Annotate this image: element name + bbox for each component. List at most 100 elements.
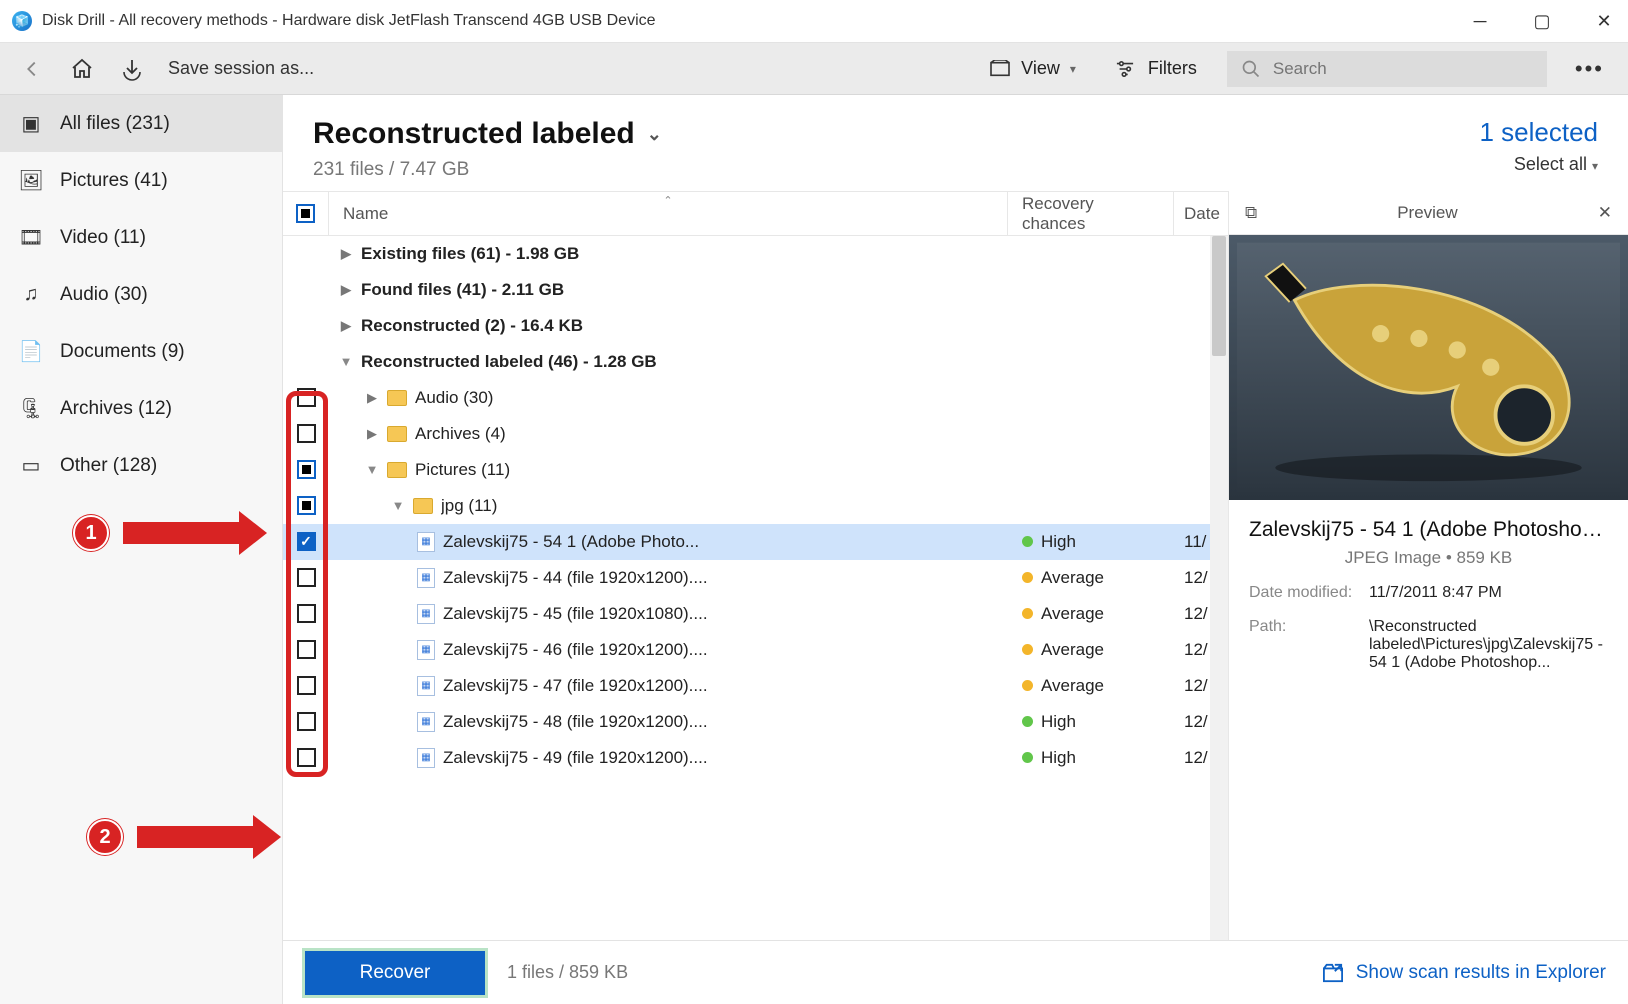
sidebar-item-label: All files (231) bbox=[60, 113, 170, 135]
chance-label: High bbox=[1041, 748, 1076, 768]
scrollbar-thumb[interactable] bbox=[1212, 236, 1226, 356]
vertical-scrollbar[interactable] bbox=[1210, 236, 1228, 940]
preview-path-label: Path: bbox=[1249, 618, 1369, 672]
column-name[interactable]: ⌃ Name bbox=[329, 192, 1008, 235]
show-in-explorer-link[interactable]: Show scan results in Explorer bbox=[1322, 962, 1606, 984]
chance-label: Average bbox=[1041, 568, 1104, 588]
page-title-text: Reconstructed labeled bbox=[313, 117, 635, 151]
folder-icon bbox=[413, 498, 433, 514]
file-icon: ▦ bbox=[417, 604, 435, 624]
sidebar-item-archives[interactable]: 🗜 Archives (12) bbox=[0, 380, 282, 437]
chevron-down-icon: ▾ bbox=[1070, 62, 1076, 76]
chevron-down-icon: ⌄ bbox=[647, 124, 662, 145]
chevron-down-icon: ▾ bbox=[1592, 159, 1598, 173]
preview-filename: Zalevskij75 - 54 1 (Adobe Photoshop... bbox=[1249, 518, 1608, 542]
column-date[interactable]: Date bbox=[1174, 192, 1228, 235]
preview-path-value: \Reconstructed labeled\Pictures\jpg\Zale… bbox=[1369, 618, 1608, 672]
group-row[interactable]: ▶Reconstructed (2) - 16.4 KB bbox=[283, 308, 1228, 344]
save-session-button[interactable]: Save session as... bbox=[168, 58, 314, 79]
content: Reconstructed labeled ⌄ 231 files / 7.47… bbox=[283, 95, 1628, 1004]
filters-button[interactable]: Filters bbox=[1106, 58, 1205, 79]
page-title[interactable]: Reconstructed labeled ⌄ bbox=[313, 117, 662, 151]
file-name: Zalevskij75 - 44 (file 1920x1200).... bbox=[443, 568, 708, 588]
file-row[interactable]: ▦Zalevskij75 - 48 (file 1920x1200)....Hi… bbox=[283, 704, 1228, 740]
chance-dot bbox=[1022, 716, 1033, 727]
file-row[interactable]: ▦Zalevskij75 - 46 (file 1920x1200)....Av… bbox=[283, 632, 1228, 668]
chance-label: High bbox=[1041, 532, 1076, 552]
video-icon: 🎞 bbox=[20, 227, 42, 249]
audio-icon: ♫ bbox=[20, 284, 42, 306]
file-icon: ▦ bbox=[417, 532, 435, 552]
file-name: Zalevskij75 - 54 1 (Adobe Photo... bbox=[443, 532, 699, 552]
preview-date-label: Date modified: bbox=[1249, 584, 1369, 602]
titlebar: 🧊 Disk Drill - All recovery methods - Ha… bbox=[0, 0, 1628, 43]
file-row[interactable]: ▦Zalevskij75 - 45 (file 1920x1080)....Av… bbox=[283, 596, 1228, 632]
select-all-button[interactable]: Select all ▾ bbox=[1479, 154, 1598, 175]
folder-icon bbox=[387, 390, 407, 406]
file-icon: ▦ bbox=[417, 568, 435, 588]
home-button[interactable] bbox=[68, 55, 96, 83]
file-row[interactable]: ▦Zalevskij75 - 49 (file 1920x1200)....Hi… bbox=[283, 740, 1228, 776]
chance-dot bbox=[1022, 572, 1033, 583]
file-name: Zalevskij75 - 49 (file 1920x1200).... bbox=[443, 748, 708, 768]
file-row[interactable]: ▦ Zalevskij75 - 44 (file 1920x1200).... Av… bbox=[283, 560, 1228, 596]
sidebar-item-documents[interactable]: 📄 Documents (9) bbox=[0, 323, 282, 380]
chance-dot bbox=[1022, 608, 1033, 619]
image-icon: 🖼 bbox=[20, 170, 42, 192]
page-subtitle: 231 files / 7.47 GB bbox=[313, 159, 662, 181]
open-external-icon[interactable]: ⧉ bbox=[1245, 203, 1257, 223]
stack-icon: ▣ bbox=[20, 113, 42, 135]
folder-icon bbox=[387, 462, 407, 478]
file-name: Zalevskij75 - 46 (file 1920x1200).... bbox=[443, 640, 708, 660]
footer-summary: 1 files / 859 KB bbox=[507, 962, 628, 983]
close-preview-icon[interactable]: ✕ bbox=[1598, 203, 1612, 223]
sidebar-item-pictures[interactable]: 🖼 Pictures (41) bbox=[0, 152, 282, 209]
sidebar-item-label: Video (11) bbox=[60, 227, 146, 249]
recover-button[interactable]: Recover bbox=[305, 951, 485, 995]
table-body: ▶Existing files (61) - 1.98 GB ▶Found fi… bbox=[283, 236, 1228, 940]
folder-row[interactable]: ▶Audio (30) bbox=[283, 380, 1228, 416]
file-row[interactable]: ▦Zalevskij75 - 47 (file 1920x1200)....Av… bbox=[283, 668, 1228, 704]
other-icon: ▭ bbox=[20, 455, 42, 477]
group-row[interactable]: ▶Found files (41) - 2.11 GB bbox=[283, 272, 1228, 308]
more-button[interactable]: ••• bbox=[1569, 56, 1610, 82]
header-checkbox[interactable] bbox=[283, 192, 329, 235]
view-label: View bbox=[1021, 58, 1060, 79]
sidebar-item-video[interactable]: 🎞 Video (11) bbox=[0, 209, 282, 266]
group-row[interactable]: ▼Reconstructed labeled (46) - 1.28 GB bbox=[283, 344, 1228, 380]
folder-row[interactable]: ▶Archives (4) bbox=[283, 416, 1228, 452]
file-table: ⌃ Name Recovery chances Date ▶Existing f… bbox=[283, 191, 1228, 940]
sidebar: ▣ All files (231) 🖼 Pictures (41) 🎞 Vide… bbox=[0, 95, 283, 1004]
chance-dot bbox=[1022, 536, 1033, 547]
caret-down-icon: ▼ bbox=[339, 354, 353, 369]
search-input[interactable] bbox=[1273, 59, 1533, 79]
preview-panel: ⧉ Preview ✕ bbox=[1228, 191, 1628, 940]
chance-label: Average bbox=[1041, 676, 1104, 696]
view-dropdown[interactable]: View ▾ bbox=[981, 58, 1084, 79]
column-recovery[interactable]: Recovery chances bbox=[1008, 192, 1174, 235]
sidebar-item-all-files[interactable]: ▣ All files (231) bbox=[0, 95, 282, 152]
minimize-button[interactable]: ─ bbox=[1468, 11, 1492, 32]
file-row[interactable]: ▦Zalevskij75 - 54 1 (Adobe Photo...High1… bbox=[283, 524, 1228, 560]
document-icon: 📄 bbox=[20, 341, 42, 363]
caret-right-icon: ▶ bbox=[365, 390, 379, 406]
file-icon: ▦ bbox=[417, 712, 435, 732]
sidebar-item-label: Pictures (41) bbox=[60, 170, 168, 192]
back-button[interactable] bbox=[18, 55, 46, 83]
toolbar: Save session as... View ▾ Filters ••• bbox=[0, 43, 1628, 95]
caret-right-icon: ▶ bbox=[339, 246, 353, 262]
sidebar-item-audio[interactable]: ♫ Audio (30) bbox=[0, 266, 282, 323]
chance-label: Average bbox=[1041, 640, 1104, 660]
close-button[interactable]: ✕ bbox=[1592, 11, 1616, 32]
download-icon[interactable] bbox=[118, 55, 146, 83]
folder-row[interactable]: ▼jpg (11) bbox=[283, 488, 1228, 524]
group-row[interactable]: ▶Existing files (61) - 1.98 GB bbox=[283, 236, 1228, 272]
chance-label: Average bbox=[1041, 604, 1104, 624]
table-header: ⌃ Name Recovery chances Date bbox=[283, 192, 1228, 236]
maximize-button[interactable]: ▢ bbox=[1530, 11, 1554, 32]
caret-right-icon: ▶ bbox=[339, 318, 353, 334]
search-box[interactable] bbox=[1227, 51, 1547, 87]
folder-row[interactable]: ▼Pictures (11) bbox=[283, 452, 1228, 488]
caret-down-icon: ▼ bbox=[365, 462, 379, 477]
sidebar-item-other[interactable]: ▭ Other (128) bbox=[0, 437, 282, 494]
